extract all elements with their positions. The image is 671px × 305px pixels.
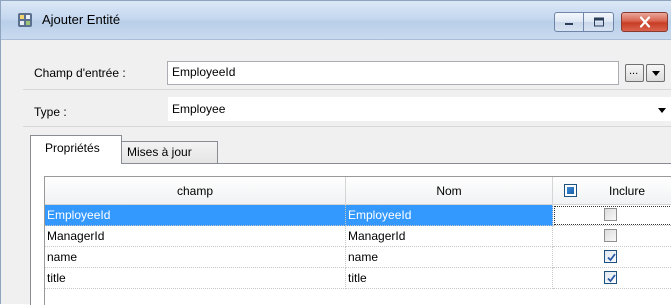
chevron-down-icon[interactable] <box>658 108 666 113</box>
tab-properties[interactable]: Propriétés <box>30 135 122 164</box>
checkmark-icon <box>607 253 616 262</box>
browse-button[interactable]: ... <box>625 64 644 82</box>
ellipsis-label: ... <box>629 65 639 77</box>
tab-properties-label: Propriétés <box>45 141 100 155</box>
cell-inclure[interactable] <box>553 247 671 268</box>
type-value: Employee <box>172 102 226 116</box>
table-row[interactable]: title title <box>45 268 671 289</box>
maximize-button[interactable] <box>584 12 614 32</box>
cell-inclure[interactable] <box>553 205 671 226</box>
maximize-icon <box>593 17 604 27</box>
cell-champ[interactable]: EmployeeId <box>45 205 346 226</box>
table-row[interactable]: name name <box>45 247 671 268</box>
cell-champ[interactable]: title <box>45 268 346 289</box>
chevron-down-icon <box>652 71 660 76</box>
close-button[interactable] <box>621 12 668 32</box>
window-title: Ajouter Entité <box>42 12 121 27</box>
title-bar[interactable]: Ajouter Entité <box>1 1 671 40</box>
input-field-label: Champ d'entrée : <box>34 66 126 80</box>
table-row[interactable]: EmployeeId EmployeeId <box>45 205 671 226</box>
tab-updates-label: Mises à jour <box>127 145 192 159</box>
cell-inclure[interactable] <box>553 226 671 247</box>
type-label: Type : <box>34 105 67 119</box>
cell-inclure[interactable] <box>553 268 671 289</box>
cell-champ[interactable]: name <box>45 247 346 268</box>
cell-champ[interactable]: ManagerId <box>45 226 346 247</box>
minimize-button[interactable] <box>554 12 584 32</box>
row-divider <box>23 89 671 90</box>
cell-nom[interactable]: name <box>346 247 553 268</box>
input-field-dropdown-button[interactable] <box>646 64 665 82</box>
fields-grid[interactable]: champ Nom Inclure EmployeeId EmployeeId … <box>44 176 671 305</box>
column-header-inclure[interactable]: Inclure <box>553 177 671 205</box>
add-entity-dialog: Ajouter Entité Champ d'entrée : Employee… <box>0 0 671 305</box>
column-header-inclure-label: Inclure <box>609 184 646 198</box>
close-icon <box>639 16 650 28</box>
include-checkbox[interactable] <box>604 271 617 284</box>
select-all-checkbox[interactable] <box>564 184 577 197</box>
minimize-icon <box>565 23 573 25</box>
table-row[interactable]: ManagerId ManagerId <box>45 226 671 247</box>
input-field[interactable]: EmployeeId <box>167 61 619 85</box>
row-divider <box>23 126 671 127</box>
cell-nom[interactable]: title <box>346 268 553 289</box>
column-header-champ[interactable]: champ <box>45 177 346 205</box>
tab-updates[interactable]: Mises à jour <box>121 141 218 163</box>
app-entity-icon <box>18 13 32 27</box>
column-header-nom[interactable]: Nom <box>346 177 553 205</box>
checkmark-icon <box>607 274 616 283</box>
include-checkbox[interactable] <box>604 208 617 221</box>
type-select[interactable]: Employee <box>167 96 671 122</box>
cell-nom[interactable]: EmployeeId <box>346 205 553 226</box>
include-checkbox[interactable] <box>604 229 617 242</box>
input-field-value: EmployeeId <box>172 65 236 79</box>
include-checkbox[interactable] <box>604 250 617 263</box>
cell-nom[interactable]: ManagerId <box>346 226 553 247</box>
